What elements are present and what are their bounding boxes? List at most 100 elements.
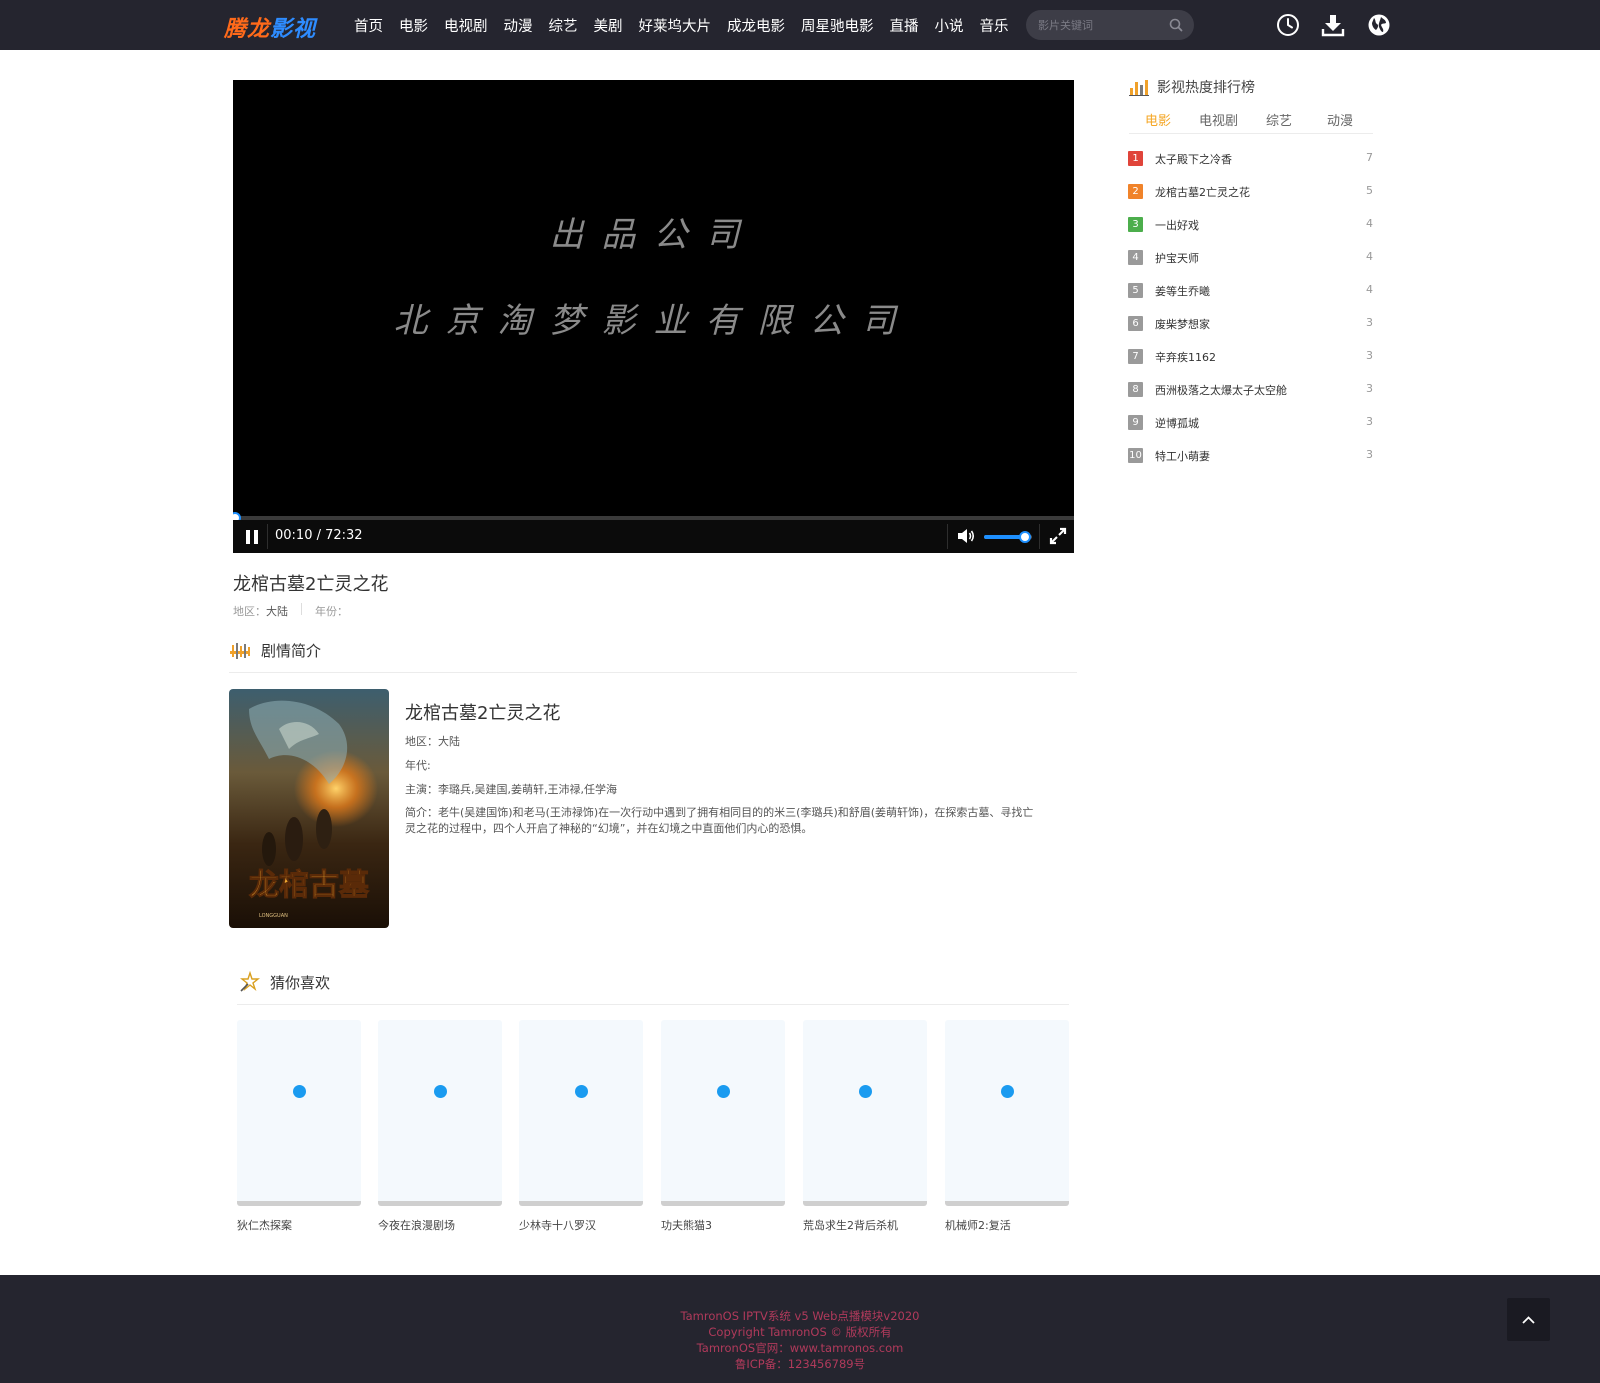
nav-item-jackie-chan[interactable]: 成龙电影	[727, 15, 785, 36]
nav-item-movies[interactable]: 电影	[399, 15, 428, 36]
rank-title-link[interactable]: 一出好戏	[1155, 217, 1199, 233]
detail-title: 龙棺古墓2亡灵之花	[405, 703, 561, 724]
rank-title-link[interactable]: 护宝天师	[1155, 250, 1199, 266]
nav-item-us-series[interactable]: 美剧	[594, 15, 623, 36]
rank-title-link[interactable]: 龙棺古墓2亡灵之花	[1155, 184, 1250, 200]
fullscreen-icon[interactable]	[1048, 526, 1068, 546]
loading-dot-icon	[434, 1085, 447, 1098]
rank-number-badge: 4	[1128, 250, 1143, 265]
ranking-item[interactable]: 2 龙棺古墓2亡灵之花 5	[1128, 183, 1373, 203]
globe-icon[interactable]	[1366, 12, 1392, 38]
card-title[interactable]: 荒岛求生2背后杀机	[803, 1217, 927, 1233]
card-title[interactable]: 狄仁杰探案	[237, 1217, 361, 1233]
player-controls: 00:10 / 72:32	[233, 520, 1074, 553]
card-title[interactable]: 机械师2:复活	[945, 1217, 1069, 1233]
pause-icon[interactable]	[239, 524, 265, 550]
volume-icon[interactable]	[955, 525, 977, 547]
ranking-tab-tv-series[interactable]: 电视剧	[1199, 110, 1238, 129]
card-title[interactable]: 功夫熊猫3	[661, 1217, 785, 1233]
rank-count: 5	[1366, 184, 1373, 197]
rank-count: 7	[1366, 151, 1373, 164]
recommend-grid: 狄仁杰探案 今夜在浪漫剧场 少林寺十八罗汉 功夫熊猫3 荒岛求生2背后杀机 机械…	[237, 1020, 1069, 1240]
rank-title-link[interactable]: 太子殿下之冷香	[1155, 151, 1232, 167]
recommend-card[interactable]: 功夫熊猫3	[661, 1020, 785, 1233]
nav-item-stephen-chow[interactable]: 周星驰电影	[801, 15, 874, 36]
nav-item-hollywood[interactable]: 好莱坞大片	[639, 15, 712, 36]
ranking-item[interactable]: 3 一出好戏 4	[1128, 216, 1373, 236]
chevron-up-icon	[1522, 1316, 1535, 1324]
year-label: 年份：	[315, 605, 348, 618]
recommend-card[interactable]: 狄仁杰探案	[237, 1020, 361, 1233]
nav-item-variety[interactable]: 综艺	[549, 15, 578, 36]
card-title[interactable]: 今夜在浪漫剧场	[378, 1217, 502, 1233]
movie-poster[interactable]: 龙棺古墓 LONGGUAN	[229, 689, 389, 928]
recommend-section-header: 猜你喜欢	[238, 971, 330, 993]
nav-item-novels[interactable]: 小说	[935, 15, 964, 36]
controls-divider	[1039, 524, 1040, 549]
ranking-item[interactable]: 5 姜等生乔曦 4	[1128, 282, 1373, 302]
rank-title-link[interactable]: 西洲极落之太爆太子太空舱	[1155, 382, 1287, 398]
recommend-card[interactable]: 今夜在浪漫剧场	[378, 1020, 502, 1233]
rank-title-link[interactable]: 姜等生乔曦	[1155, 283, 1210, 299]
ranking-title: 影视热度排行榜	[1157, 80, 1255, 96]
recommend-card[interactable]: 少林寺十八罗汉	[519, 1020, 643, 1233]
nav-item-music[interactable]: 音乐	[980, 15, 1009, 36]
loading-dot-icon	[1001, 1085, 1014, 1098]
rank-number-badge: 7	[1128, 349, 1143, 364]
footer-line-website[interactable]: TamronOS官网：www.tamronos.com	[0, 1340, 1600, 1356]
card-thumbnail[interactable]	[519, 1020, 643, 1206]
site-logo[interactable]: 腾龙影视	[224, 11, 316, 43]
back-to-top-button[interactable]	[1507, 1298, 1550, 1341]
nav-item-home[interactable]: 首页	[354, 15, 383, 36]
card-thumbnail[interactable]	[237, 1020, 361, 1206]
nav-item-tv-series[interactable]: 电视剧	[444, 15, 488, 36]
ranking-item[interactable]: 10 特工小萌妻 3	[1128, 447, 1373, 467]
rank-title-link[interactable]: 废柴梦想家	[1155, 316, 1210, 332]
rank-number-badge: 2	[1128, 184, 1143, 199]
ranking-item[interactable]: 1 太子殿下之冷香 7	[1128, 150, 1373, 170]
search-box	[1026, 10, 1194, 40]
rank-count: 3	[1366, 382, 1373, 395]
section-divider	[237, 1004, 1069, 1005]
detail-era: 年代:	[405, 759, 431, 772]
rank-title-link[interactable]: 逆博孤城	[1155, 415, 1199, 431]
ranking-item[interactable]: 8 西洲极落之太爆太子太空舱 3	[1128, 381, 1373, 401]
ranking-tab-anime[interactable]: 动漫	[1327, 110, 1353, 129]
site-footer: TamronOS IPTV系统 v5 Web点播模块v2020 Copyrigh…	[0, 1275, 1600, 1383]
card-thumbnail[interactable]	[378, 1020, 502, 1206]
volume-handle[interactable]	[1018, 531, 1031, 543]
loading-dot-icon	[293, 1085, 306, 1098]
search-input[interactable]	[1038, 16, 1166, 34]
rank-title-link[interactable]: 特工小萌妻	[1155, 448, 1210, 464]
ranking-item[interactable]: 6 废柴梦想家 3	[1128, 315, 1373, 335]
card-title[interactable]: 少林寺十八罗汉	[519, 1217, 643, 1233]
region-value: 大陆	[266, 605, 288, 618]
video-screen[interactable]: 出品公司 北京淘梦影业有限公司	[233, 80, 1074, 517]
ranking-tab-movies[interactable]: 电影	[1145, 110, 1171, 129]
film-strip-icon	[230, 642, 250, 659]
recommend-card[interactable]: 机械师2:复活	[945, 1020, 1069, 1233]
card-thumbnail[interactable]	[945, 1020, 1069, 1206]
video-player[interactable]: 出品公司 北京淘梦影业有限公司 00:10 / 72:32	[233, 80, 1074, 553]
card-thumbnail[interactable]	[661, 1020, 785, 1206]
ranking-item[interactable]: 7 辛弃疾1162 3	[1128, 348, 1373, 368]
ranking-item[interactable]: 4 护宝天师 4	[1128, 249, 1373, 269]
recommend-card[interactable]: 荒岛求生2背后杀机	[803, 1020, 927, 1233]
card-thumbnail[interactable]	[803, 1020, 927, 1206]
clock-icon[interactable]	[1275, 12, 1301, 38]
download-icon[interactable]	[1320, 12, 1346, 38]
ranking-item[interactable]: 9 逆博孤城 3	[1128, 414, 1373, 434]
plot-section-title: 剧情简介	[261, 642, 322, 660]
nav-item-anime[interactable]: 动漫	[504, 15, 533, 36]
summary-line: 灵之花的过程中，四个人开启了神秘的“幻境”，并在幻境之中直面他们内心的恐惧。	[405, 822, 813, 835]
detail-region: 地区：大陆	[405, 735, 460, 748]
ranking-tab-variety[interactable]: 综艺	[1266, 110, 1292, 129]
rank-title-link[interactable]: 辛弃疾1162	[1155, 349, 1216, 365]
search-icon[interactable]	[1168, 17, 1184, 33]
volume-slider[interactable]	[984, 531, 1032, 543]
rank-number-badge: 6	[1128, 316, 1143, 331]
nav-item-live[interactable]: 直播	[890, 15, 919, 36]
video-meta: 地区： 大陆 年份：	[233, 603, 348, 619]
rank-number-badge: 10	[1128, 448, 1143, 463]
logo-text-part2: 影视	[270, 16, 317, 42]
